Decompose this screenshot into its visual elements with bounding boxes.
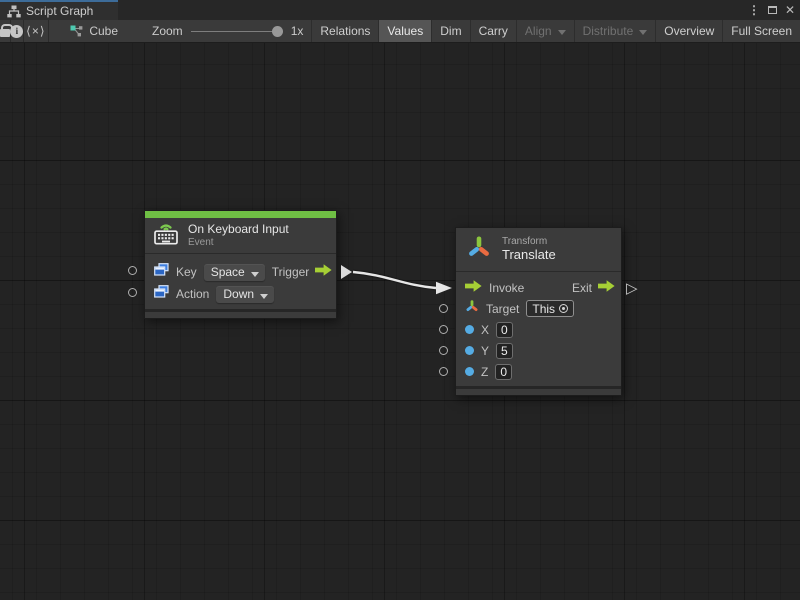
action-node-title: Translate — [502, 248, 556, 263]
flow-arrow-icon[interactable] — [465, 279, 482, 297]
action-node-translate[interactable]: Transform Translate Invoke Exit — [455, 227, 622, 396]
maximize-icon[interactable] — [764, 0, 780, 20]
context-label: Cube — [89, 24, 118, 38]
action-dropdown[interactable]: Down — [216, 286, 274, 303]
invoke-row: Invoke Exit — [456, 277, 621, 298]
key-dropdown[interactable]: Space — [204, 264, 265, 281]
z-external-port[interactable] — [439, 367, 448, 376]
distribute-button[interactable]: Distribute — [574, 20, 656, 42]
key-port-row: Key Space Trigger — [145, 261, 336, 283]
action-node-body: Invoke Exit — [456, 272, 621, 386]
dim-button[interactable]: Dim — [431, 20, 469, 42]
graph-context-breadcrumb[interactable]: Cube — [64, 20, 124, 42]
window-menu-icon[interactable]: ⋮ — [746, 0, 762, 20]
trigger-connection-triangle[interactable] — [341, 265, 352, 279]
event-node-footer — [145, 309, 336, 318]
z-port-label: Z — [481, 365, 488, 379]
exit-output-label: Exit — [572, 281, 592, 295]
flow-arrow-icon[interactable] — [598, 279, 615, 297]
action-node-footer — [456, 386, 621, 395]
action-port-label: Action — [176, 287, 209, 301]
x-value-field[interactable]: 0 — [496, 322, 513, 338]
event-node-header: On Keyboard Input Event — [145, 218, 336, 254]
event-node-subtitle: Event — [188, 237, 289, 249]
target-row: Target This — [456, 298, 621, 319]
relations-button[interactable]: Relations — [311, 20, 378, 42]
value-port-icon[interactable] — [465, 325, 474, 334]
tab-label: Script Graph — [26, 4, 93, 18]
zoom-slider-track — [191, 31, 283, 33]
key-external-port[interactable] — [128, 266, 137, 275]
z-value-field[interactable]: 0 — [495, 364, 512, 380]
event-node-body: Key Space Trigger — [145, 254, 336, 309]
event-node-title: On Keyboard Input — [188, 223, 289, 237]
action-node-header: Transform Translate — [456, 228, 621, 272]
code-preview-button[interactable]: ⟨×⟩ — [24, 20, 48, 42]
invoke-input-label: Invoke — [489, 281, 524, 295]
y-input-row: Y 5 — [456, 340, 621, 361]
zoom-slider-knob[interactable] — [272, 26, 283, 37]
script-graph-window: Script Graph ⋮ ✕ i ⟨×⟩ Cube — [0, 0, 800, 600]
trigger-output-label: Trigger — [272, 265, 310, 279]
tab-script-graph[interactable]: Script Graph — [0, 0, 118, 20]
overview-button[interactable]: Overview — [655, 20, 722, 42]
action-port-row: Action Down — [145, 283, 336, 305]
fullscreen-button[interactable]: Full Screen — [722, 20, 800, 42]
chevron-down-icon — [639, 30, 647, 35]
toolbar-buttons: Relations Values Dim Carry Align Distrib… — [311, 20, 800, 42]
carry-button[interactable]: Carry — [470, 20, 516, 42]
code-preview-icon: ⟨×⟩ — [26, 24, 45, 38]
values-button[interactable]: Values — [378, 20, 431, 42]
connection-wire — [0, 43, 800, 600]
x-external-port[interactable] — [439, 325, 448, 334]
zoom-control: Zoom 1x — [152, 20, 311, 42]
lock-icon — [0, 29, 10, 37]
value-port-icon[interactable] — [465, 346, 474, 355]
self-target-icon — [559, 304, 568, 313]
graph-node-icon — [70, 25, 83, 37]
align-button[interactable]: Align — [516, 20, 574, 42]
chevron-down-icon — [558, 30, 566, 35]
transform-icon — [466, 234, 492, 265]
graph-canvas[interactable]: On Keyboard Input Event Key Space — [0, 43, 800, 600]
x-input-row: X 0 — [456, 319, 621, 340]
zoom-label: Zoom — [152, 24, 183, 38]
graph-icon — [7, 5, 21, 18]
action-external-port[interactable] — [128, 288, 137, 297]
y-port-label: Y — [481, 344, 489, 358]
value-port-icon[interactable] — [465, 367, 474, 376]
event-node-on-keyboard-input[interactable]: On Keyboard Input Event Key Space — [144, 210, 337, 319]
z-input-row: Z 0 — [456, 361, 621, 382]
tab-bar: Script Graph ⋮ ✕ — [0, 0, 800, 20]
zoom-slider[interactable] — [191, 20, 283, 43]
key-port-label: Key — [176, 265, 197, 279]
literal-value-icon — [154, 263, 169, 281]
x-port-label: X — [481, 323, 489, 337]
exit-connection-triangle[interactable]: ▷ — [626, 281, 638, 296]
transform-mini-icon — [465, 299, 479, 318]
target-external-port[interactable] — [439, 304, 448, 313]
y-external-port[interactable] — [439, 346, 448, 355]
keyboard-icon — [153, 221, 179, 250]
flow-arrow-icon[interactable] — [315, 263, 332, 281]
zoom-value: 1x — [291, 24, 304, 38]
close-icon[interactable]: ✕ — [782, 0, 798, 20]
lock-button[interactable] — [0, 20, 10, 42]
target-port-label: Target — [486, 302, 519, 316]
literal-value-icon — [154, 285, 169, 303]
graph-toolbar: i ⟨×⟩ Cube Zoom 1x — [0, 20, 800, 43]
event-accent-bar — [145, 211, 336, 218]
target-value-chip[interactable]: This — [526, 300, 574, 317]
y-value-field[interactable]: 5 — [496, 343, 513, 359]
